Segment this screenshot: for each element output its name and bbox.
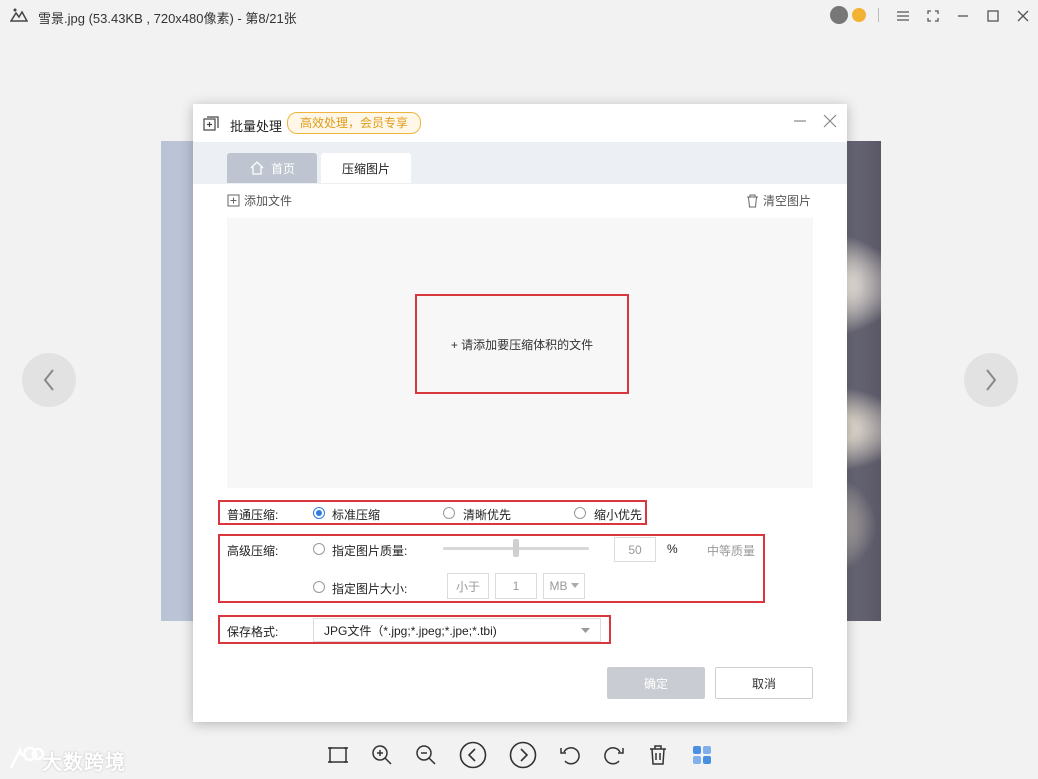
quality-level: 中等质量 (707, 544, 756, 558)
title-bar: 雪景.jpg (53.43KB , 720x480像素) - 第8/21张 (0, 0, 1038, 32)
previous-icon[interactable] (458, 740, 488, 770)
maximize-icon[interactable] (983, 6, 1003, 26)
smaller-first-label[interactable]: 缩小优先 (594, 506, 642, 523)
smaller-first-radio[interactable] (574, 507, 586, 519)
divider (878, 8, 879, 22)
app-logo-icon (9, 7, 29, 26)
dropzone-text: + 请添加要压缩体积的文件 (450, 337, 594, 352)
avatar[interactable] (830, 6, 848, 24)
chevron-down-icon (570, 583, 579, 588)
tab-compress[interactable]: 压缩图片 (321, 153, 411, 183)
standard-compress-label[interactable]: 标准压缩 (332, 506, 380, 523)
close-icon[interactable] (1013, 6, 1033, 26)
size-value: 1 (512, 579, 520, 593)
chevron-down-icon (581, 628, 590, 633)
next-icon[interactable] (508, 740, 538, 770)
clarity-first-label[interactable]: 清晰优先 (463, 506, 511, 523)
fit-window-icon[interactable] (323, 740, 353, 770)
vip-icon[interactable] (852, 8, 866, 22)
cancel-button[interactable]: 取消 (715, 667, 813, 699)
add-file-icon (227, 194, 240, 207)
size-value-input[interactable]: 1 (495, 573, 537, 599)
dialog-minimize-icon[interactable] (793, 114, 807, 131)
chevron-right-icon (986, 369, 997, 391)
watermark-logo-icon (8, 744, 45, 775)
add-compress-files-prompt[interactable]: + 请添加要压缩体积的文件 (415, 294, 629, 394)
quality-value-input[interactable]: 50 (614, 537, 656, 562)
quality-radio[interactable] (313, 543, 325, 555)
batch-icon (203, 116, 219, 135)
size-label[interactable]: 指定图片大小: (332, 580, 407, 597)
previous-image-button[interactable] (22, 353, 76, 407)
save-format-select[interactable]: JPG文件（*.jpg;*.jpeg;*.jpe;*.tbi) (313, 618, 601, 642)
cancel-label: 取消 (751, 676, 776, 691)
standard-compress-radio[interactable] (313, 507, 325, 519)
advanced-compress-label: 高级压缩: (227, 544, 279, 558)
save-format-label: 保存格式: (227, 625, 279, 639)
add-file-label: 添加文件 (244, 194, 293, 208)
size-radio[interactable] (313, 581, 325, 593)
zoom-out-icon[interactable] (411, 740, 441, 770)
watermark-text: 大数跨境 (42, 752, 126, 774)
clear-images-label: 清空图片 (763, 194, 812, 208)
zoom-in-icon[interactable] (367, 740, 397, 770)
dialog-title: 批量处理 (230, 119, 283, 134)
chevron-left-icon (43, 369, 54, 391)
dialog-close-icon[interactable] (823, 114, 837, 131)
normal-compress-label: 普通压缩: (227, 508, 279, 522)
save-format-value: JPG文件（*.jpg;*.jpeg;*.jpe;*.tbi) (324, 623, 497, 638)
rotate-right-icon[interactable] (599, 740, 629, 770)
tab-home[interactable]: 首页 (227, 153, 317, 183)
size-unit-select[interactable]: MB (543, 573, 585, 599)
size-compare: 小于 (455, 579, 480, 594)
clarity-first-radio[interactable] (443, 507, 455, 519)
trash-icon (747, 194, 758, 207)
advanced-compress-box (218, 534, 765, 603)
quality-value: 50 (628, 542, 642, 557)
minimize-icon[interactable] (953, 6, 973, 26)
quality-percent: % (667, 542, 678, 556)
clear-images-button[interactable]: 清空图片 (746, 192, 811, 209)
confirm-button[interactable]: 确定 (607, 667, 705, 699)
size-unit: MB (549, 579, 568, 593)
home-icon (250, 161, 264, 175)
window-title: 雪景.jpg (53.43KB , 720x480像素) - 第8/21张 (38, 11, 297, 26)
member-badge[interactable]: 高效处理，会员专享 (287, 112, 422, 134)
dialog-header: 批量处理 高效处理，会员专享 (193, 104, 847, 142)
quality-label[interactable]: 指定图片质量: (332, 542, 407, 559)
batch-process-dialog: 批量处理 高效处理，会员专享 首页 压缩图片 添加文件 清空图片 + 请添加要压… (193, 104, 847, 722)
confirm-label: 确定 (643, 676, 668, 691)
fullscreen-icon[interactable] (923, 6, 943, 26)
rotate-left-icon[interactable] (555, 740, 585, 770)
size-compare-select[interactable]: 小于 (447, 573, 489, 599)
next-image-button[interactable] (964, 353, 1018, 407)
menu-icon[interactable] (893, 6, 913, 26)
quality-slider-thumb[interactable] (513, 539, 519, 557)
delete-icon[interactable] (643, 740, 673, 770)
grid-view-icon[interactable] (687, 740, 717, 770)
add-file-button[interactable]: 添加文件 (227, 192, 292, 209)
tab-compress-label: 压缩图片 (341, 161, 390, 176)
tab-home-label: 首页 (270, 161, 295, 176)
